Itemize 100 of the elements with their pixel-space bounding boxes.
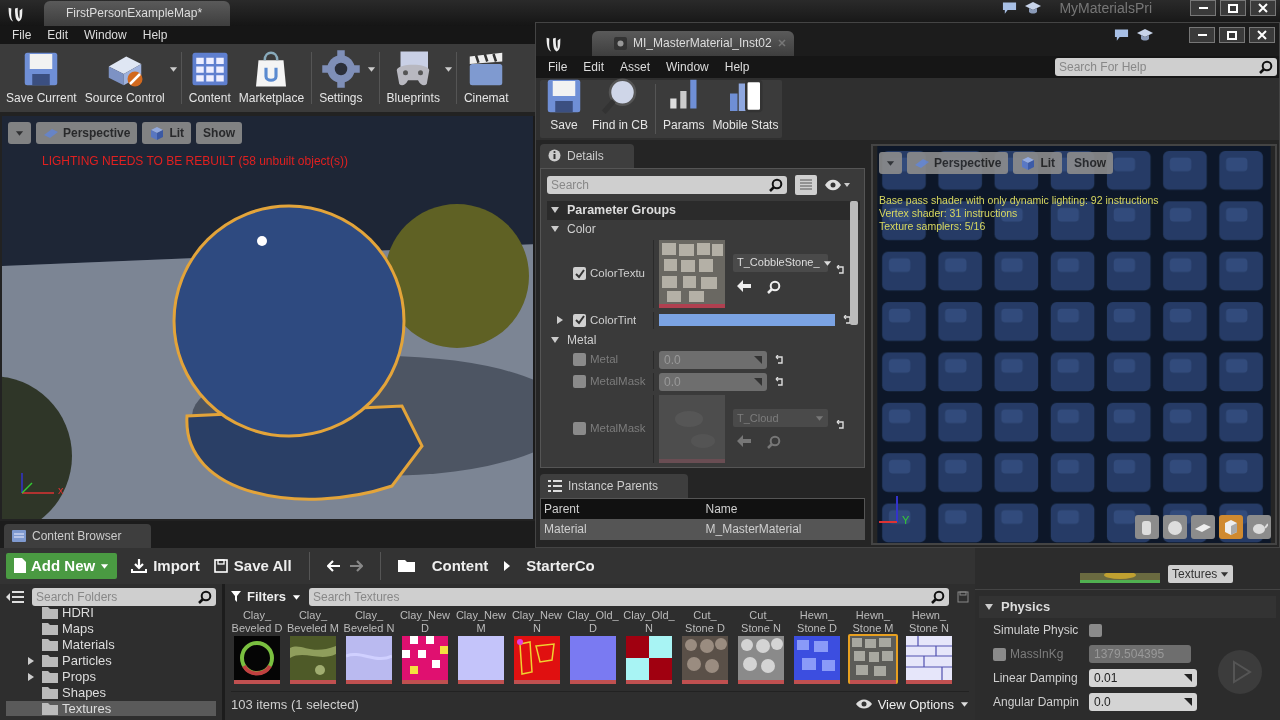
panel-tab[interactable]: Content Browser [4, 524, 152, 548]
breadcrumb-link[interactable]: Content [431, 554, 489, 578]
preview-shape-button[interactable] [1163, 515, 1187, 539]
number-field[interactable]: 0.01 [1089, 669, 1197, 687]
perspective-button[interactable]: Perspective [36, 122, 138, 144]
collapse-arrow-icon[interactable] [551, 207, 559, 214]
search-icon[interactable] [767, 279, 781, 294]
asset-tile[interactable] [344, 634, 394, 685]
view-mode-button[interactable]: Lit [1013, 151, 1063, 174]
maximize-button[interactable] [1220, 0, 1246, 16]
reset-icon[interactable] [775, 354, 784, 365]
reset-icon[interactable] [843, 315, 852, 326]
expand-arrow-icon[interactable] [557, 316, 563, 325]
minimize-button[interactable] [1190, 0, 1216, 16]
checkbox[interactable] [573, 353, 586, 367]
asset-tile[interactable] [680, 634, 730, 685]
reset-icon[interactable] [775, 376, 784, 387]
asset-tile[interactable] [736, 634, 786, 685]
folder-item[interactable]: HDRI [6, 604, 216, 621]
menu-item[interactable]: Asset [612, 58, 659, 77]
checkbox[interactable] [573, 422, 586, 436]
color-swatch[interactable] [659, 314, 835, 327]
asset-tile[interactable] [400, 634, 450, 685]
document-tab[interactable]: FirstPersonExampleMap* [44, 1, 231, 26]
add-new-button[interactable]: Add New [6, 552, 118, 579]
search-field[interactable]: Search [547, 175, 787, 194]
toolbar-button[interactable]: Cinemat [459, 48, 513, 108]
preview-shape-button[interactable] [1247, 515, 1271, 539]
menu-item[interactable]: Help [716, 58, 758, 77]
save-search-icon[interactable] [957, 590, 969, 603]
asset-tile[interactable] [624, 634, 674, 685]
menu-item[interactable]: Edit [39, 26, 77, 44]
breadcrumb-link[interactable]: StarterCo [526, 554, 595, 578]
menu-item[interactable]: Help [134, 26, 176, 44]
asset-tile[interactable] [848, 634, 898, 685]
back-arrow-icon[interactable] [326, 559, 341, 572]
asset-tile[interactable] [232, 634, 282, 685]
folder-item[interactable]: Maps [6, 620, 216, 637]
collapse-arrow-icon[interactable] [551, 336, 559, 343]
folder-item[interactable]: Textures [6, 700, 216, 716]
close-button[interactable] [1250, 0, 1276, 16]
search-field[interactable]: Search Folders [32, 587, 216, 606]
folder-item[interactable]: Shapes [6, 684, 216, 701]
document-tab[interactable]: MI_MasterMaterial_Inst02 [592, 31, 794, 57]
view-list-icon[interactable] [795, 174, 817, 195]
asset-tile[interactable] [288, 634, 338, 685]
asset-tile[interactable] [568, 634, 618, 685]
toolbar-button[interactable]: Params [659, 79, 709, 138]
reset-icon[interactable] [836, 264, 845, 275]
perspective-button[interactable]: Perspective [907, 151, 1009, 174]
checkbox[interactable] [993, 647, 1006, 661]
panel-tab[interactable]: Instance Parents [540, 473, 689, 498]
asset-tile[interactable] [792, 634, 842, 685]
view-options-button[interactable]: View Options [855, 694, 969, 715]
menu-item[interactable]: File [4, 26, 40, 44]
checkbox[interactable] [573, 267, 586, 281]
preview-shape-button[interactable] [1135, 515, 1159, 539]
checkbox[interactable] [573, 313, 586, 327]
toolbar-button[interactable]: Settings [315, 48, 376, 108]
collapse-panel-icon[interactable] [6, 589, 24, 604]
collapse-arrow-icon[interactable] [985, 604, 993, 610]
save-all-button[interactable]: Save All [213, 554, 292, 578]
collapse-arrow-icon[interactable] [551, 225, 559, 232]
maximize-button[interactable] [1219, 27, 1245, 43]
close-button[interactable] [1249, 27, 1275, 43]
import-button[interactable]: Import [131, 554, 200, 578]
toolbar-button[interactable]: Save Current [2, 48, 81, 108]
toolbar-button[interactable]: Content [184, 48, 235, 108]
preview-shape-button[interactable] [1219, 515, 1243, 539]
view-mode-button[interactable]: Lit [142, 122, 192, 144]
checkbox[interactable] [1089, 623, 1102, 637]
toolbar-button[interactable]: Marketplace [234, 48, 309, 108]
menu-item[interactable]: File [540, 58, 576, 77]
search-field[interactable]: Search For Help [1055, 58, 1277, 77]
viewport-menu-button[interactable] [8, 122, 31, 144]
use-selected-arrow-icon[interactable] [737, 279, 751, 292]
preview-shape-button[interactable] [1191, 515, 1215, 539]
show-button[interactable]: Show [1067, 151, 1114, 174]
reset-icon[interactable] [836, 419, 845, 430]
menu-item[interactable]: Window [658, 58, 717, 77]
asset-tile[interactable] [512, 634, 562, 685]
minimize-button[interactable] [1189, 27, 1215, 43]
number-field[interactable]: 0.0 [1089, 693, 1197, 711]
asset-picker-dropdown[interactable]: T_CobbleStone_ [733, 253, 828, 272]
panel-tab[interactable]: Details [540, 143, 634, 168]
asset-tile[interactable] [456, 634, 506, 685]
search-field[interactable]: Search Textures [309, 587, 949, 606]
folder-item[interactable]: Particles [6, 652, 216, 669]
asset-tile[interactable] [904, 634, 954, 685]
toolbar-button[interactable]: Save [540, 79, 588, 138]
toolbar-button[interactable]: Find in CB [588, 79, 653, 138]
checkbox[interactable] [573, 375, 586, 389]
toolbar-button[interactable]: Blueprints [382, 48, 453, 108]
folder-item[interactable]: Materials [6, 636, 216, 653]
viewport-menu-button[interactable] [879, 151, 902, 174]
scrollbar[interactable] [850, 200, 858, 325]
filters-button[interactable]: Filters [231, 586, 301, 607]
toolbar-button[interactable]: Source Control [80, 48, 178, 108]
menu-item[interactable]: Window [76, 26, 135, 44]
texture-group-dropdown[interactable]: Textures [1168, 565, 1234, 583]
